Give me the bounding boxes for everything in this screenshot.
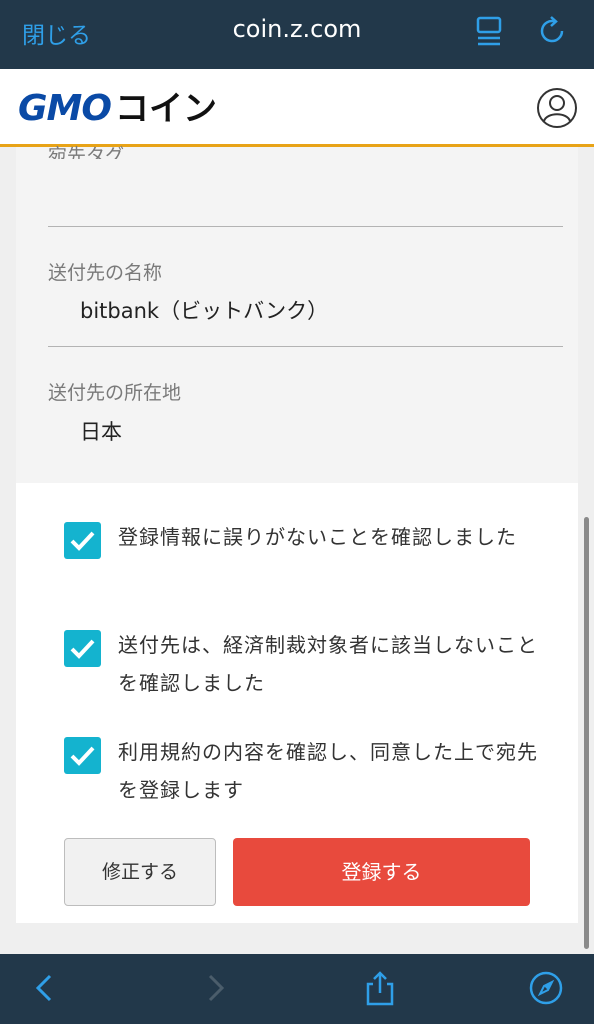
edit-button[interactable]: 修正する (64, 838, 216, 906)
divider (48, 226, 563, 227)
logo-coin-text: コイン (114, 89, 217, 129)
register-button[interactable]: 登録する (233, 838, 530, 906)
browser-bottom-bar (0, 954, 594, 1024)
confirm-text-3: 利用規約の内容を確認し、同意した上で宛先を登録します (118, 740, 538, 802)
share-icon[interactable] (362, 970, 398, 1006)
dest-name-label: 送付先の名称 (48, 262, 163, 284)
destination-details: 宛先タグ 送付先の名称 bitbank（ビットバンク） 送付先の所在地 日本 (16, 145, 578, 483)
checkbox-checked[interactable] (64, 630, 101, 667)
forward-icon[interactable] (196, 970, 232, 1006)
tabs-icon[interactable] (474, 14, 506, 48)
back-icon[interactable] (28, 970, 64, 1006)
site-header: GMO コイン (0, 69, 594, 147)
user-circle-icon[interactable] (536, 87, 578, 129)
url-text[interactable]: coin.z.com (233, 15, 362, 43)
divider (48, 346, 563, 347)
compass-icon[interactable] (528, 970, 564, 1006)
dest-location-label: 送付先の所在地 (48, 382, 182, 404)
logo-gmo-text: GMO (18, 88, 112, 129)
browser-top-bar: 閉じる coin.z.com (0, 0, 594, 69)
scrollbar[interactable] (584, 517, 589, 949)
checkbox-checked[interactable] (64, 737, 101, 774)
dest-location-value: 日本 (80, 420, 122, 444)
gmo-coin-logo[interactable]: GMO コイン (18, 88, 217, 130)
dest-name-value: bitbank（ビットバンク） (80, 299, 329, 323)
dest-tag-label: 宛先タグ (48, 145, 125, 159)
checkbox-checked[interactable] (64, 522, 101, 559)
confirm-text-2: 送付先は、経済制裁対象者に該当しないことを確認しました (118, 633, 538, 695)
close-button[interactable]: 閉じる (22, 16, 91, 50)
reload-icon[interactable] (536, 14, 568, 48)
confirm-text-1: 登録情報に誤りがないことを確認しました (118, 525, 517, 549)
